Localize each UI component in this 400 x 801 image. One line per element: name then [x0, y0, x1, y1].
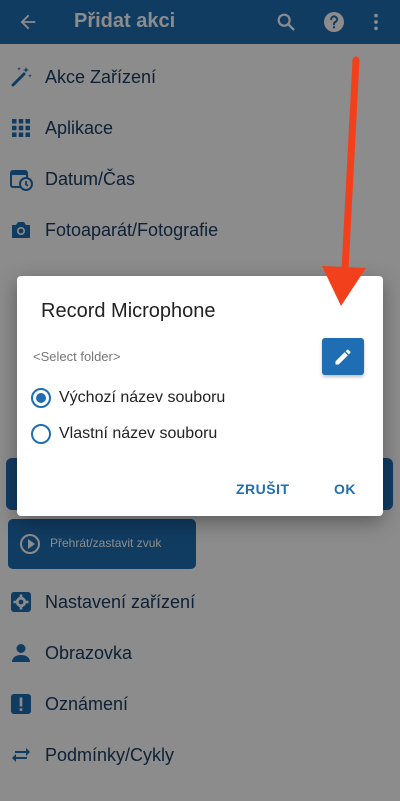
radio-label: Výchozí název souboru [59, 389, 226, 406]
dialog-title: Record Microphone [41, 300, 216, 322]
pencil-icon [335, 349, 351, 364]
radio-button-selected[interactable] [31, 388, 51, 408]
folder-select-label[interactable]: <Select folder> [33, 349, 120, 364]
edit-folder-button[interactable] [322, 338, 364, 375]
radio-custom-filename[interactable]: Vlastní název souboru [31, 419, 217, 449]
record-microphone-dialog: Record Microphone <Select folder> Výchoz… [17, 276, 383, 516]
radio-label: Vlastní název souboru [59, 425, 218, 442]
cancel-button[interactable]: ZRUŠIT [236, 481, 290, 497]
radio-default-filename[interactable]: Výchozí název souboru [31, 383, 225, 413]
ok-button[interactable]: OK [334, 481, 356, 497]
radio-button[interactable] [31, 424, 51, 444]
